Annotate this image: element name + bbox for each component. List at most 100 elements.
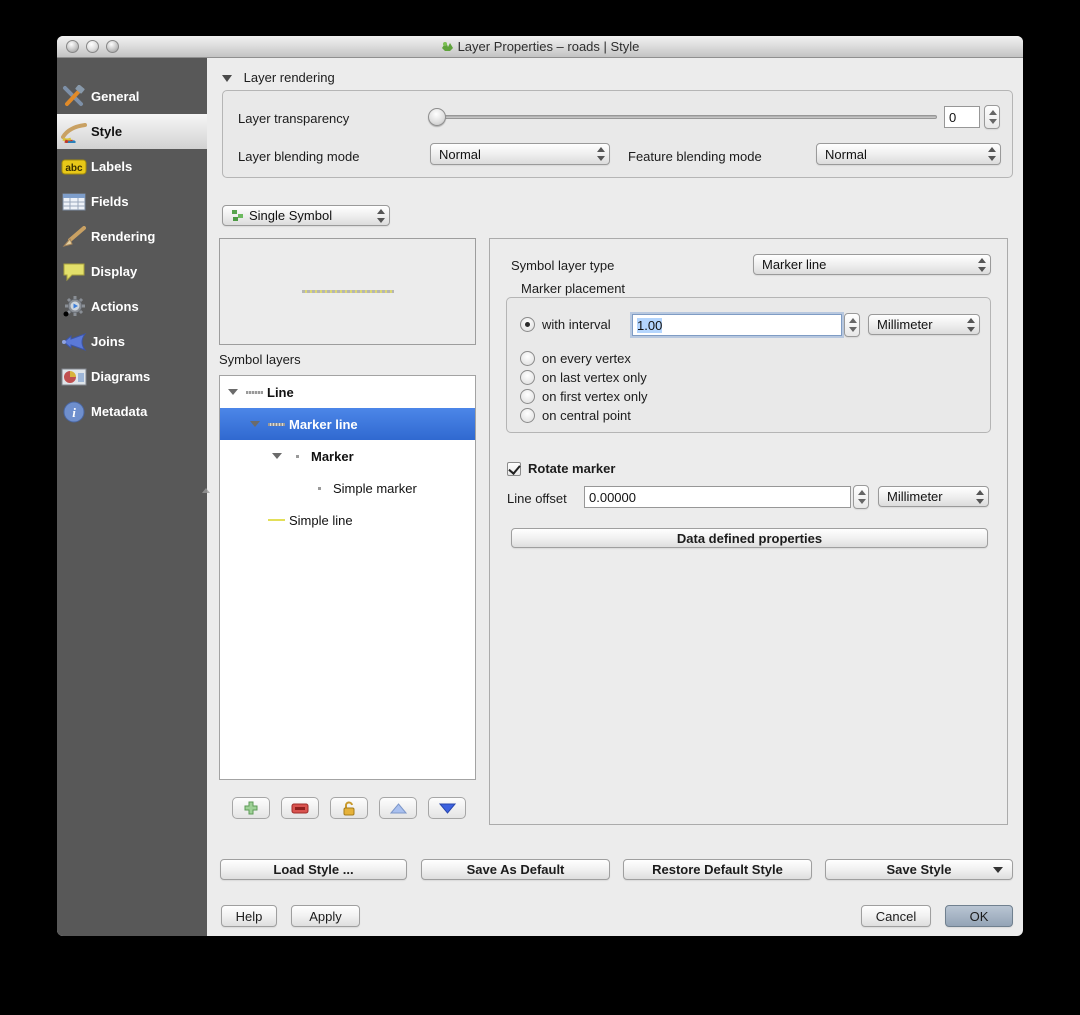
radio-label: on every vertex	[542, 351, 631, 366]
sidebar-item-diagrams[interactable]: Diagrams	[57, 359, 207, 394]
sidebar-item-label: Metadata	[91, 404, 148, 419]
sidebar-item-actions[interactable]: Actions	[57, 289, 207, 324]
layer-transparency-label: Layer transparency	[238, 111, 350, 126]
apply-label: Apply	[309, 908, 342, 924]
rotate-marker-checkbox[interactable]	[507, 461, 521, 476]
radio-button[interactable]	[520, 370, 535, 385]
symbol-layer-type-dropdown[interactable]: Marker line	[753, 254, 991, 275]
updown-arrows-icon	[977, 257, 986, 272]
sidebar-item-label: Style	[91, 124, 123, 139]
restore-default-style-button[interactable]: Restore Default Style	[623, 859, 812, 880]
simple-line-icon	[268, 519, 285, 521]
transparency-value: 0	[949, 109, 957, 125]
expander-triangle-icon[interactable]	[228, 389, 238, 395]
line-offset-stepper[interactable]	[853, 485, 869, 509]
sidebar-item-label: Display	[91, 264, 138, 279]
splitter-handle[interactable]	[202, 488, 210, 493]
data-defined-properties-label: Data defined properties	[676, 530, 823, 546]
cancel-button[interactable]: Cancel	[861, 905, 931, 927]
interval-unit-value: Millimeter	[877, 317, 933, 332]
interval-unit-dropdown[interactable]: Millimeter	[868, 314, 980, 335]
sidebar-item-fields[interactable]: Fields	[57, 184, 207, 219]
rotate-marker-label: Rotate marker	[528, 461, 616, 476]
interval-stepper[interactable]	[844, 313, 860, 337]
placement-radio-row-on-first-vertex-only[interactable]: on first vertex only	[520, 389, 648, 404]
rotate-marker-row[interactable]: Rotate marker	[507, 461, 615, 476]
save-style-dropdown-button[interactable]: Save Style	[825, 859, 1013, 880]
transparency-stepper[interactable]	[984, 105, 1000, 129]
transparency-slider[interactable]	[431, 115, 937, 119]
placement-radio-row-on-last-vertex-only[interactable]: on last vertex only	[520, 370, 647, 385]
apply-button[interactable]: Apply	[291, 905, 360, 927]
placement-radio-row-on-central-point[interactable]: on central point	[520, 408, 631, 423]
line-offset-input[interactable]: 0.00000	[584, 486, 851, 508]
sidebar-item-display[interactable]: Display	[57, 254, 207, 289]
radio-button[interactable]	[520, 408, 535, 423]
sidebar-item-metadata[interactable]: i Metadata	[57, 394, 207, 429]
with-interval-label: with interval	[542, 317, 611, 332]
ok-label: OK	[969, 908, 989, 924]
up-triangle-icon	[389, 802, 407, 813]
line-offset-value: 0.00000	[589, 489, 636, 505]
symbol-layer-row-simple-marker[interactable]: Simple marker	[220, 472, 475, 504]
save-as-default-label: Save As Default	[466, 862, 565, 877]
renderer-type-dropdown[interactable]: Single Symbol	[222, 205, 390, 226]
sidebar-item-general[interactable]: General	[57, 79, 207, 114]
interval-input[interactable]: 1.00	[632, 314, 842, 336]
symbol-preview	[219, 238, 476, 345]
render-brush-icon	[57, 225, 91, 248]
updown-arrows-icon	[966, 317, 975, 332]
sidebar-item-joins[interactable]: Joins	[57, 324, 207, 359]
sidebar-item-labels[interactable]: abc Labels	[57, 149, 207, 184]
symbol-layer-row-line[interactable]: Line	[220, 376, 475, 408]
layer-blending-dropdown[interactable]: Normal	[430, 143, 610, 165]
line-offset-unit-dropdown[interactable]: Millimeter	[878, 486, 989, 507]
line-icon	[246, 390, 263, 394]
add-symbol-layer-button[interactable]	[232, 797, 270, 819]
move-layer-up-button[interactable]	[379, 797, 417, 819]
remove-symbol-layer-button[interactable]	[281, 797, 319, 819]
layer-rendering-header[interactable]: Layer rendering	[222, 70, 335, 85]
radio-button[interactable]	[520, 351, 535, 366]
placement-radio-row-on-every-vertex[interactable]: on every vertex	[520, 351, 631, 366]
help-button[interactable]: Help	[221, 905, 277, 927]
expander-triangle-icon[interactable]	[250, 421, 260, 427]
renderer-type-value: Single Symbol	[249, 208, 333, 223]
data-defined-properties-button[interactable]: Data defined properties	[511, 528, 988, 548]
save-as-default-button[interactable]: Save As Default	[421, 859, 610, 880]
symbol-layer-row-marker-line[interactable]: Marker line	[220, 408, 475, 440]
symbol-layer-label: Line	[267, 384, 294, 400]
sidebar: General Style abc Labels Fields Rendering Disp…	[57, 58, 207, 936]
down-triangle-icon	[438, 803, 456, 814]
sidebar-item-label: Fields	[91, 194, 129, 209]
load-style-button[interactable]: Load Style ...	[220, 859, 407, 880]
transparency-slider-thumb[interactable]	[428, 108, 446, 126]
radio-button[interactable]	[520, 389, 535, 404]
lock-color-button[interactable]	[330, 797, 368, 819]
expander-triangle-icon[interactable]	[272, 453, 282, 459]
symbol-layer-row-marker[interactable]: Marker	[220, 440, 475, 472]
radio-label: on last vertex only	[542, 370, 647, 385]
speech-bubble-icon	[57, 262, 91, 282]
symbol-layers-tree: Line Marker line Marker Simple marker Simple…	[219, 375, 476, 780]
layer-blending-value: Normal	[439, 146, 481, 162]
info-icon: i	[57, 401, 91, 423]
style-brush-icon	[57, 121, 91, 143]
transparency-value-input[interactable]: 0	[944, 106, 980, 128]
feature-blending-dropdown[interactable]: Normal	[816, 143, 1001, 165]
move-layer-down-button[interactable]	[428, 797, 466, 819]
svg-text:i: i	[72, 405, 76, 420]
sidebar-item-rendering[interactable]: Rendering	[57, 219, 207, 254]
abc-tag-icon: abc	[57, 159, 91, 175]
open-lock-icon	[343, 800, 354, 815]
with-interval-radio[interactable]	[520, 317, 535, 332]
interval-value: 1.00	[637, 317, 663, 333]
diagram-icon	[57, 368, 91, 386]
with-interval-radio-row[interactable]: with interval	[520, 317, 611, 332]
symbol-layer-row-simple-line[interactable]: Simple line	[220, 504, 475, 536]
ok-button[interactable]: OK	[945, 905, 1013, 927]
hammer-wrench-icon	[57, 84, 91, 109]
sidebar-item-style[interactable]: Style	[57, 114, 207, 149]
title-bar[interactable]: Layer Properties – roads | Style	[57, 36, 1023, 58]
symbol-layer-label: Simple marker	[333, 480, 417, 496]
